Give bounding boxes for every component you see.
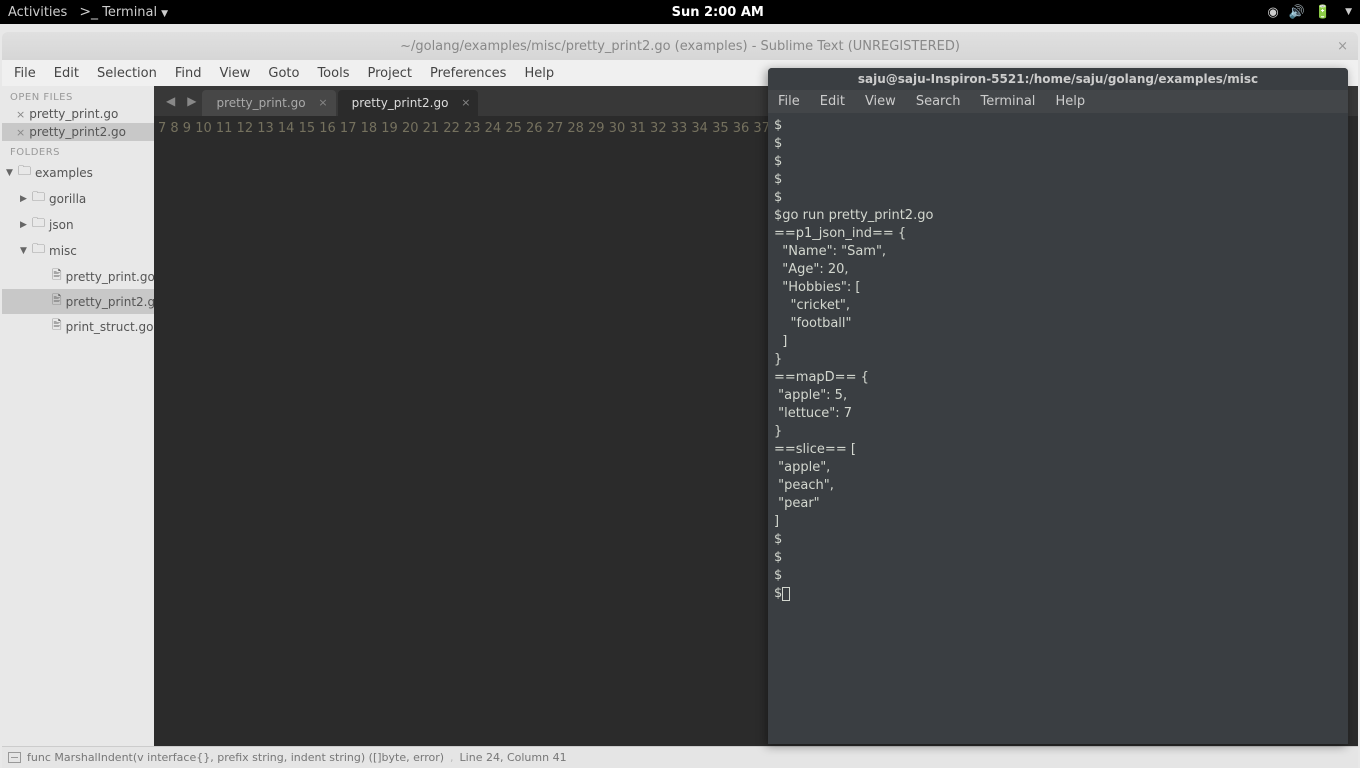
- folder-item[interactable]: ▶gorilla: [2, 186, 154, 212]
- folder-root[interactable]: ▼examples: [2, 160, 154, 186]
- cursor: [782, 587, 790, 601]
- term-menu-edit[interactable]: Edit: [820, 94, 845, 109]
- clock[interactable]: Sun 2:00 AM: [168, 5, 1267, 20]
- term-menu-terminal[interactable]: Terminal: [980, 94, 1035, 109]
- close-icon[interactable]: ×: [1337, 39, 1348, 54]
- file-item[interactable]: pretty_print.go: [2, 264, 154, 289]
- terminal-output[interactable]: $ $ $ $ $ $go run pretty_print2.go ==p1_…: [768, 113, 1348, 744]
- file-icon: [52, 316, 64, 337]
- chevron-down-icon: ▼: [161, 9, 168, 19]
- term-menu-view[interactable]: View: [865, 94, 896, 109]
- menu-tools[interactable]: Tools: [317, 66, 349, 81]
- terminal-title[interactable]: saju@saju-Inspiron-5521:/home/saju/golan…: [768, 68, 1348, 90]
- menu-preferences[interactable]: Preferences: [430, 66, 506, 81]
- editor-tab[interactable]: pretty_print2.go×: [338, 90, 479, 116]
- tab-nav-back[interactable]: ◀: [160, 94, 181, 108]
- menu-project[interactable]: Project: [367, 66, 411, 81]
- open-file-item[interactable]: ×pretty_print2.go: [2, 123, 154, 141]
- term-menu-file[interactable]: File: [778, 94, 800, 109]
- open-files-header: OPEN FILES: [2, 86, 154, 105]
- close-icon[interactable]: ×: [461, 96, 470, 109]
- gutter: 7 8 9 10 11 12 13 14 15 16 17 18 19 20 2…: [154, 116, 819, 685]
- folder-icon: [32, 188, 47, 210]
- status-bar: func MarshalIndent(v interface{}, prefix…: [2, 746, 1358, 768]
- chevron-down-icon[interactable]: ▼: [1345, 7, 1352, 17]
- menu-file[interactable]: File: [14, 66, 36, 81]
- menu-edit[interactable]: Edit: [54, 66, 79, 81]
- tab-nav-fwd[interactable]: ▶: [181, 94, 202, 108]
- folder-item[interactable]: ▶json: [2, 212, 154, 238]
- open-file-item[interactable]: ×pretty_print.go: [2, 105, 154, 123]
- volume-icon[interactable]: [1289, 5, 1305, 20]
- folder-item[interactable]: ▼misc: [2, 238, 154, 264]
- terminal-app-indicator[interactable]: >_ Terminal▼: [79, 4, 168, 20]
- close-icon[interactable]: ×: [16, 108, 25, 121]
- folder-icon: [32, 214, 47, 236]
- wifi-icon[interactable]: [1267, 5, 1278, 20]
- file-item[interactable]: pretty_print2.go: [2, 289, 154, 314]
- menu-selection[interactable]: Selection: [97, 66, 157, 81]
- menu-help[interactable]: Help: [524, 66, 554, 81]
- status-position: Line 24, Column 41: [460, 751, 567, 764]
- close-icon[interactable]: ×: [16, 126, 25, 139]
- chevron-down-icon: ▼: [6, 168, 16, 178]
- terminal-menu: File Edit View Search Terminal Help: [768, 90, 1348, 113]
- chevron-down-icon: ▼: [20, 246, 30, 256]
- folders-header: FOLDERS: [2, 141, 154, 160]
- editor-tab[interactable]: pretty_print.go×: [202, 90, 335, 116]
- window-titlebar[interactable]: ~/golang/examples/misc/pretty_print2.go …: [2, 32, 1358, 60]
- file-icon: [52, 266, 64, 287]
- menu-goto[interactable]: Goto: [268, 66, 299, 81]
- status-signature: func MarshalIndent(v interface{}, prefix…: [27, 751, 444, 764]
- term-menu-search[interactable]: Search: [916, 94, 961, 109]
- close-icon[interactable]: ×: [318, 96, 327, 109]
- activities-button[interactable]: Activities: [8, 5, 67, 20]
- file-icon: [52, 291, 64, 312]
- file-item[interactable]: print_struct.go: [2, 314, 154, 339]
- chevron-right-icon: ▶: [20, 194, 30, 204]
- battery-icon[interactable]: [1315, 5, 1331, 20]
- folder-icon: [32, 240, 47, 262]
- sidebar: OPEN FILES ×pretty_print.go ×pretty_prin…: [2, 86, 154, 746]
- window-title: ~/golang/examples/misc/pretty_print2.go …: [400, 39, 960, 54]
- menu-view[interactable]: View: [220, 66, 251, 81]
- panel-icon[interactable]: [8, 752, 21, 763]
- term-menu-help[interactable]: Help: [1055, 94, 1085, 109]
- terminal-window: saju@saju-Inspiron-5521:/home/saju/golan…: [768, 68, 1348, 744]
- terminal-icon: >_: [79, 4, 98, 20]
- top-panel: Activities >_ Terminal▼ Sun 2:00 AM ▼: [0, 0, 1360, 24]
- menu-find[interactable]: Find: [175, 66, 202, 81]
- folder-icon: [18, 162, 33, 184]
- chevron-right-icon: ▶: [20, 220, 30, 230]
